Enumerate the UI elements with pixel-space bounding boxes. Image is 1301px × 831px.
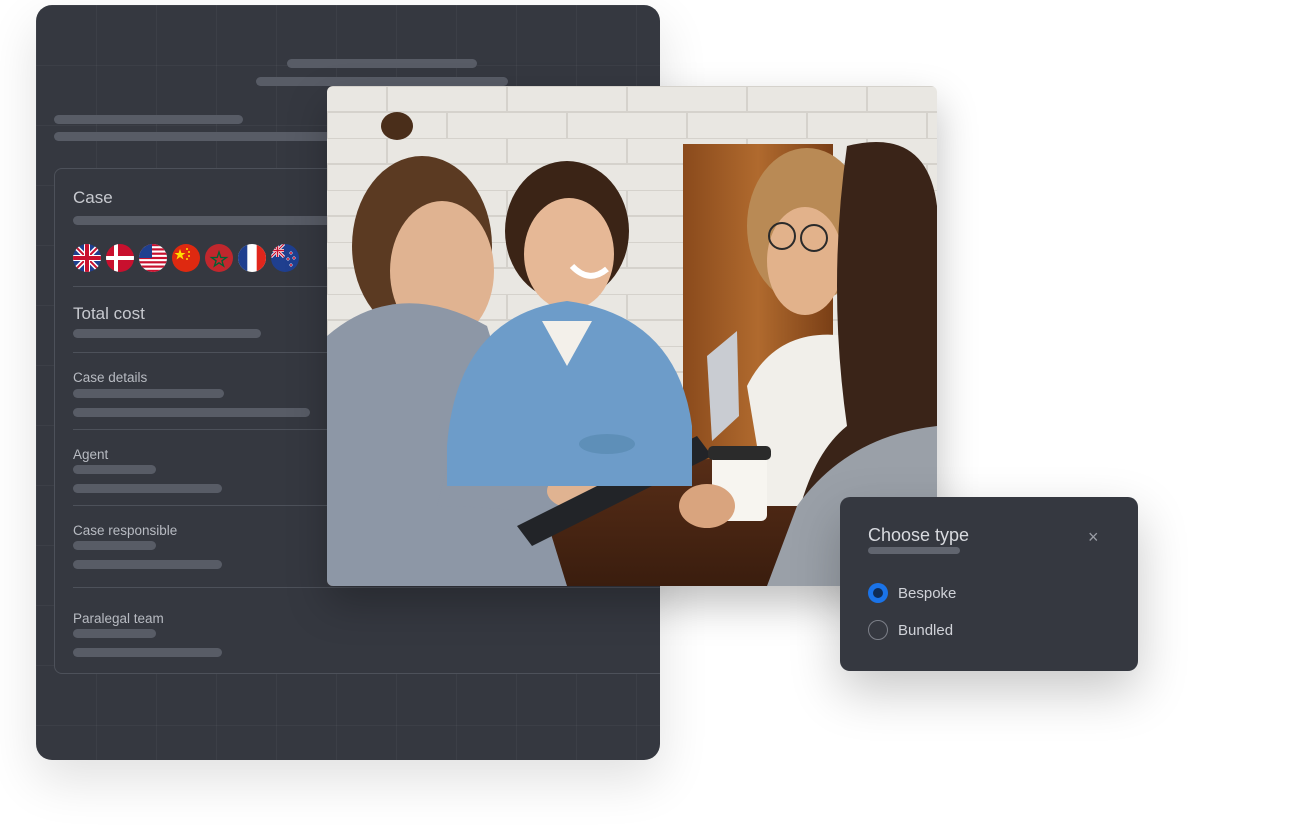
radio-option-bundled[interactable]: Bundled xyxy=(868,620,953,640)
case-responsible-label: Case responsible xyxy=(73,523,178,538)
dialog-title: Choose type xyxy=(868,525,970,545)
paralegal-team-placeholder-line xyxy=(73,648,222,657)
agent-label: Agent xyxy=(73,447,109,462)
denmark-flag-icon[interactable] xyxy=(106,244,134,272)
radio-label: Bespoke xyxy=(898,584,957,602)
case-label: Case xyxy=(73,188,113,207)
close-icon[interactable]: × xyxy=(1088,527,1099,548)
usa-flag-icon[interactable] xyxy=(139,244,167,272)
dialog-title-underline xyxy=(868,547,960,554)
header-placeholder-line xyxy=(287,59,477,68)
total-cost-placeholder-line xyxy=(73,329,261,338)
radio-selected-icon[interactable] xyxy=(868,583,888,603)
china-flag-icon[interactable] xyxy=(172,244,200,272)
header-placeholder-line xyxy=(256,77,508,86)
uk-flag-icon[interactable] xyxy=(73,244,101,272)
total-cost-label: Total cost xyxy=(73,304,145,323)
agent-placeholder-line xyxy=(73,484,222,493)
france-flag-icon[interactable] xyxy=(238,244,266,272)
new-zealand-flag-icon[interactable] xyxy=(271,244,299,272)
subheader-placeholder-line xyxy=(54,132,354,141)
radio-unselected-icon[interactable] xyxy=(868,620,888,640)
case-details-placeholder-line xyxy=(73,408,310,417)
case-responsible-placeholder-line xyxy=(73,541,156,550)
paralegal-team-placeholder-line xyxy=(73,629,156,638)
morocco-flag-icon[interactable] xyxy=(205,244,233,272)
radio-option-bespoke[interactable]: Bespoke xyxy=(868,583,956,603)
country-flags xyxy=(73,244,299,272)
radio-label: Bundled xyxy=(898,621,954,639)
case-details-placeholder-line xyxy=(73,389,224,398)
case-responsible-placeholder-line xyxy=(73,560,222,569)
case-details-label: Case details xyxy=(73,370,148,385)
choose-type-dialog: Choose type × Bespoke Bundled xyxy=(840,497,1138,671)
divider xyxy=(73,587,660,588)
subheader-placeholder-line xyxy=(54,115,243,124)
paralegal-team-label: Paralegal team xyxy=(73,611,164,626)
agent-placeholder-line xyxy=(73,465,156,474)
case-placeholder-line xyxy=(73,216,333,225)
